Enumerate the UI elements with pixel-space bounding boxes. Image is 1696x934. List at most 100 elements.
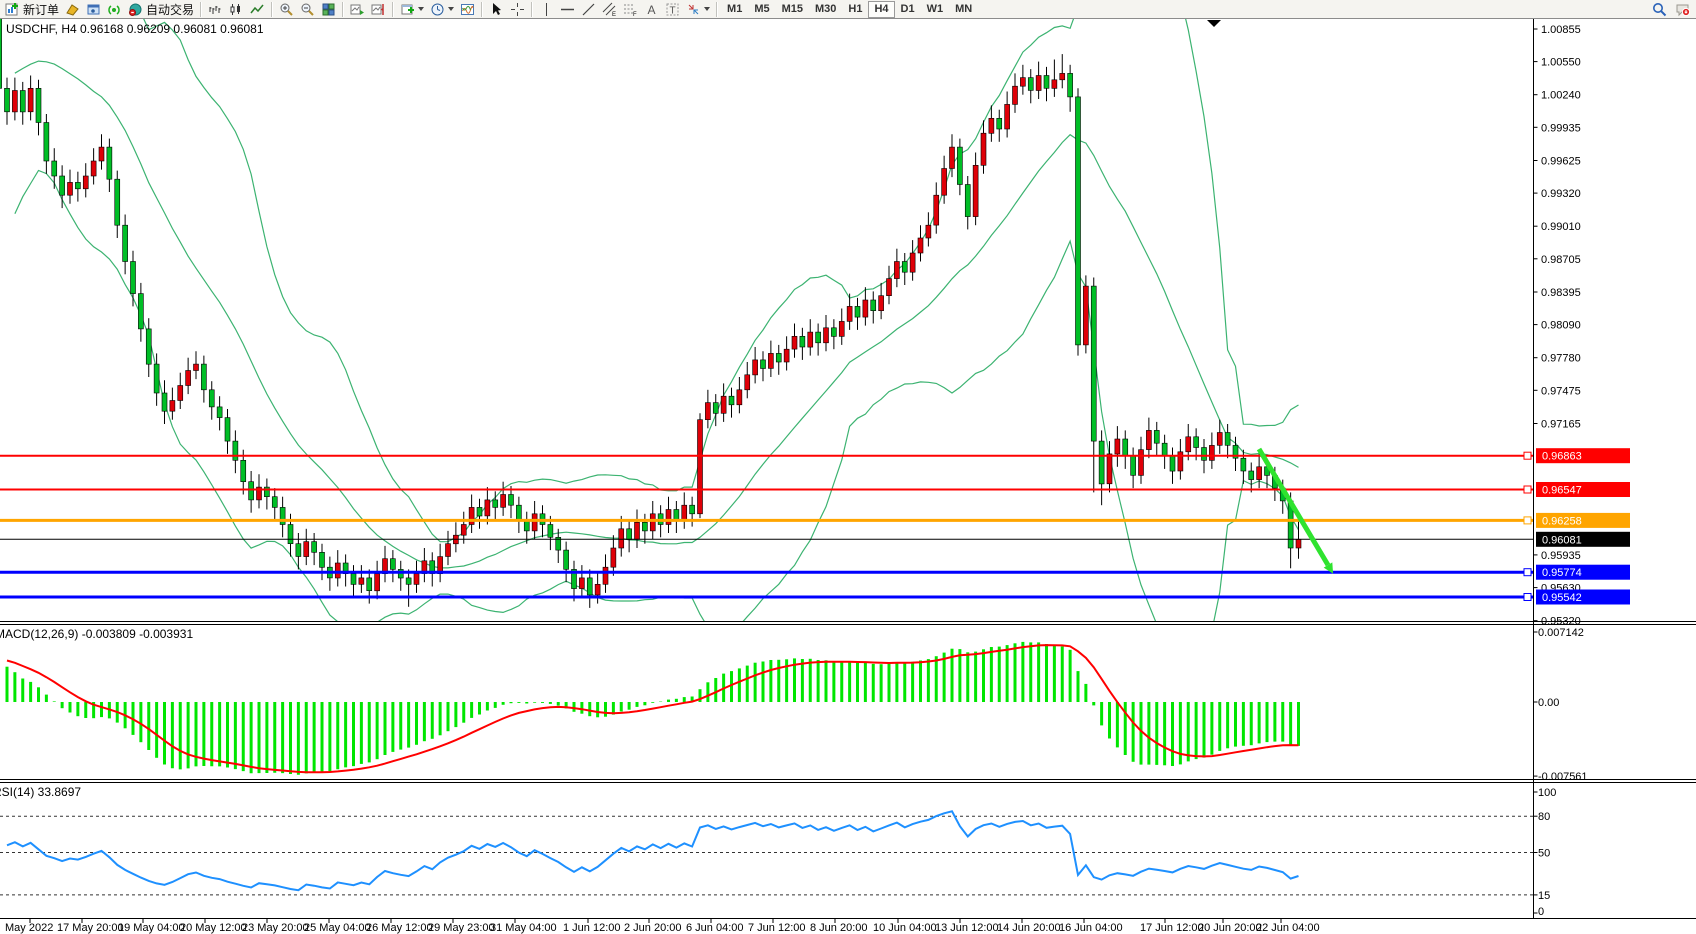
zoom-out-button[interactable]: [297, 1, 318, 18]
macd-tick: 0.00: [1538, 697, 1559, 709]
line-handle[interactable]: [1524, 486, 1531, 493]
candle-body: [721, 396, 726, 413]
candle-body: [839, 321, 844, 336]
line-handle[interactable]: [1524, 517, 1531, 524]
candle-body: [753, 360, 758, 375]
line-handle[interactable]: [1524, 569, 1531, 576]
gold-pad-icon: [65, 2, 80, 17]
timeframe-m1-button[interactable]: M1: [721, 1, 748, 18]
autotrading-button[interactable]: 自动交易: [125, 1, 197, 18]
time-tick: 17 Jun 12:00: [1140, 922, 1204, 934]
candle-body: [461, 525, 466, 536]
notifications-icon[interactable]: [1675, 2, 1690, 17]
timeframe-m5-button[interactable]: M5: [748, 1, 775, 18]
candle-body: [20, 91, 25, 112]
line-handle[interactable]: [1524, 594, 1531, 601]
candle-body: [690, 505, 695, 514]
timeframe-h4-button[interactable]: H4: [868, 1, 894, 18]
market-watch-button[interactable]: [62, 1, 83, 18]
data-window-button[interactable]: [83, 1, 104, 18]
price-line-label: 0.95774: [1542, 567, 1582, 579]
rsi-tick: 100: [1538, 787, 1556, 799]
line-handle[interactable]: [1524, 452, 1531, 459]
bars-icon: [208, 2, 223, 17]
trend-arrow[interactable]: [1259, 449, 1328, 565]
main-chart[interactable]: 1.008551.005501.002400.999350.996250.993…: [0, 19, 1696, 934]
candle-body: [981, 133, 986, 165]
candle-body: [390, 559, 395, 570]
time-tick: 25 May 04:00: [304, 922, 371, 934]
candle-body: [587, 578, 592, 595]
candle-body: [201, 364, 206, 390]
horizontal-line-button[interactable]: [557, 1, 578, 18]
candle-body: [1068, 73, 1073, 97]
alerts-button[interactable]: [104, 1, 125, 18]
text-button[interactable]: A: [641, 1, 662, 18]
candle-body: [784, 349, 789, 362]
new-order-button[interactable]: 新订单: [2, 1, 62, 18]
timeframe-d1-button[interactable]: D1: [895, 1, 921, 18]
candle-body: [0, 19, 2, 88]
new-chart-button[interactable]: [397, 1, 427, 18]
candle-body: [1146, 430, 1151, 449]
rsi-tick: 15: [1538, 890, 1550, 902]
candle-body: [1257, 467, 1262, 480]
chart-shift-button[interactable]: [368, 1, 389, 18]
candle-body: [564, 550, 569, 569]
timeframe-h1-button[interactable]: H1: [842, 1, 868, 18]
time-tick: 20 Jun 20:00: [1198, 922, 1262, 934]
search-icon[interactable]: [1652, 2, 1667, 17]
candle-chart-button[interactable]: [226, 1, 247, 18]
arrows-button[interactable]: [683, 1, 713, 18]
cursor-button[interactable]: [486, 1, 507, 18]
bar-chart-button[interactable]: [205, 1, 226, 18]
timeframe-mn-button[interactable]: MN: [949, 1, 978, 18]
candle-body: [225, 418, 230, 442]
line-chart-button[interactable]: [247, 1, 268, 18]
bollinger-middle: [15, 61, 1299, 568]
rsi-axis: 1008050150: [1534, 787, 1557, 918]
candle-body: [1241, 458, 1246, 471]
candle-body: [296, 544, 301, 557]
rsi-pane: [0, 811, 1533, 895]
candle-body: [918, 238, 923, 253]
toolbar-separator: [716, 2, 718, 17]
timeframe-m30-button[interactable]: M30: [809, 1, 842, 18]
timeframe-m15-button[interactable]: M15: [776, 1, 809, 18]
clock-icon: [430, 2, 445, 17]
candles-icon: [229, 2, 244, 17]
candle-body: [186, 371, 191, 386]
candle-body: [446, 544, 451, 557]
trendline-button[interactable]: [578, 1, 599, 18]
macd-pane: [7, 642, 1299, 775]
chevron-down-icon: [704, 7, 710, 11]
zoom-in-button[interactable]: [276, 1, 297, 18]
tile-windows-button[interactable]: [318, 1, 339, 18]
fibonacci-button[interactable]: F: [620, 1, 641, 18]
equidistant-channel-button[interactable]: E: [599, 1, 620, 18]
templates-button[interactable]: [457, 1, 478, 18]
candle-body: [241, 460, 246, 481]
time-tick: 26 May 12:00: [366, 922, 433, 934]
candle-body: [768, 353, 773, 368]
chart-area[interactable]: 1.008551.005501.002400.999350.996250.993…: [0, 19, 1696, 934]
price-tick: 0.97475: [1541, 385, 1581, 397]
price-tick: 0.95320: [1541, 616, 1581, 628]
crosshair-button[interactable]: [507, 1, 528, 18]
toolbar-separator: [200, 2, 202, 17]
vertical-line-button[interactable]: [536, 1, 557, 18]
rsi-label: RSI(14) 33.8697: [0, 785, 81, 799]
macd-tick: 0.007142: [1538, 627, 1584, 639]
auto-scroll-button[interactable]: [347, 1, 368, 18]
candle-body: [170, 401, 175, 412]
hline-icon: [560, 2, 575, 17]
periods-button[interactable]: [427, 1, 457, 18]
price-tick: 0.97165: [1541, 419, 1581, 431]
text-label-button[interactable]: T: [662, 1, 683, 18]
candle-body: [989, 118, 994, 133]
candle-body: [131, 262, 136, 294]
timeframe-w1-button[interactable]: W1: [921, 1, 950, 18]
bollinger-upper: [15, 19, 1299, 542]
time-tick: 20 May 12:00: [180, 922, 247, 934]
candle-body: [209, 390, 214, 407]
